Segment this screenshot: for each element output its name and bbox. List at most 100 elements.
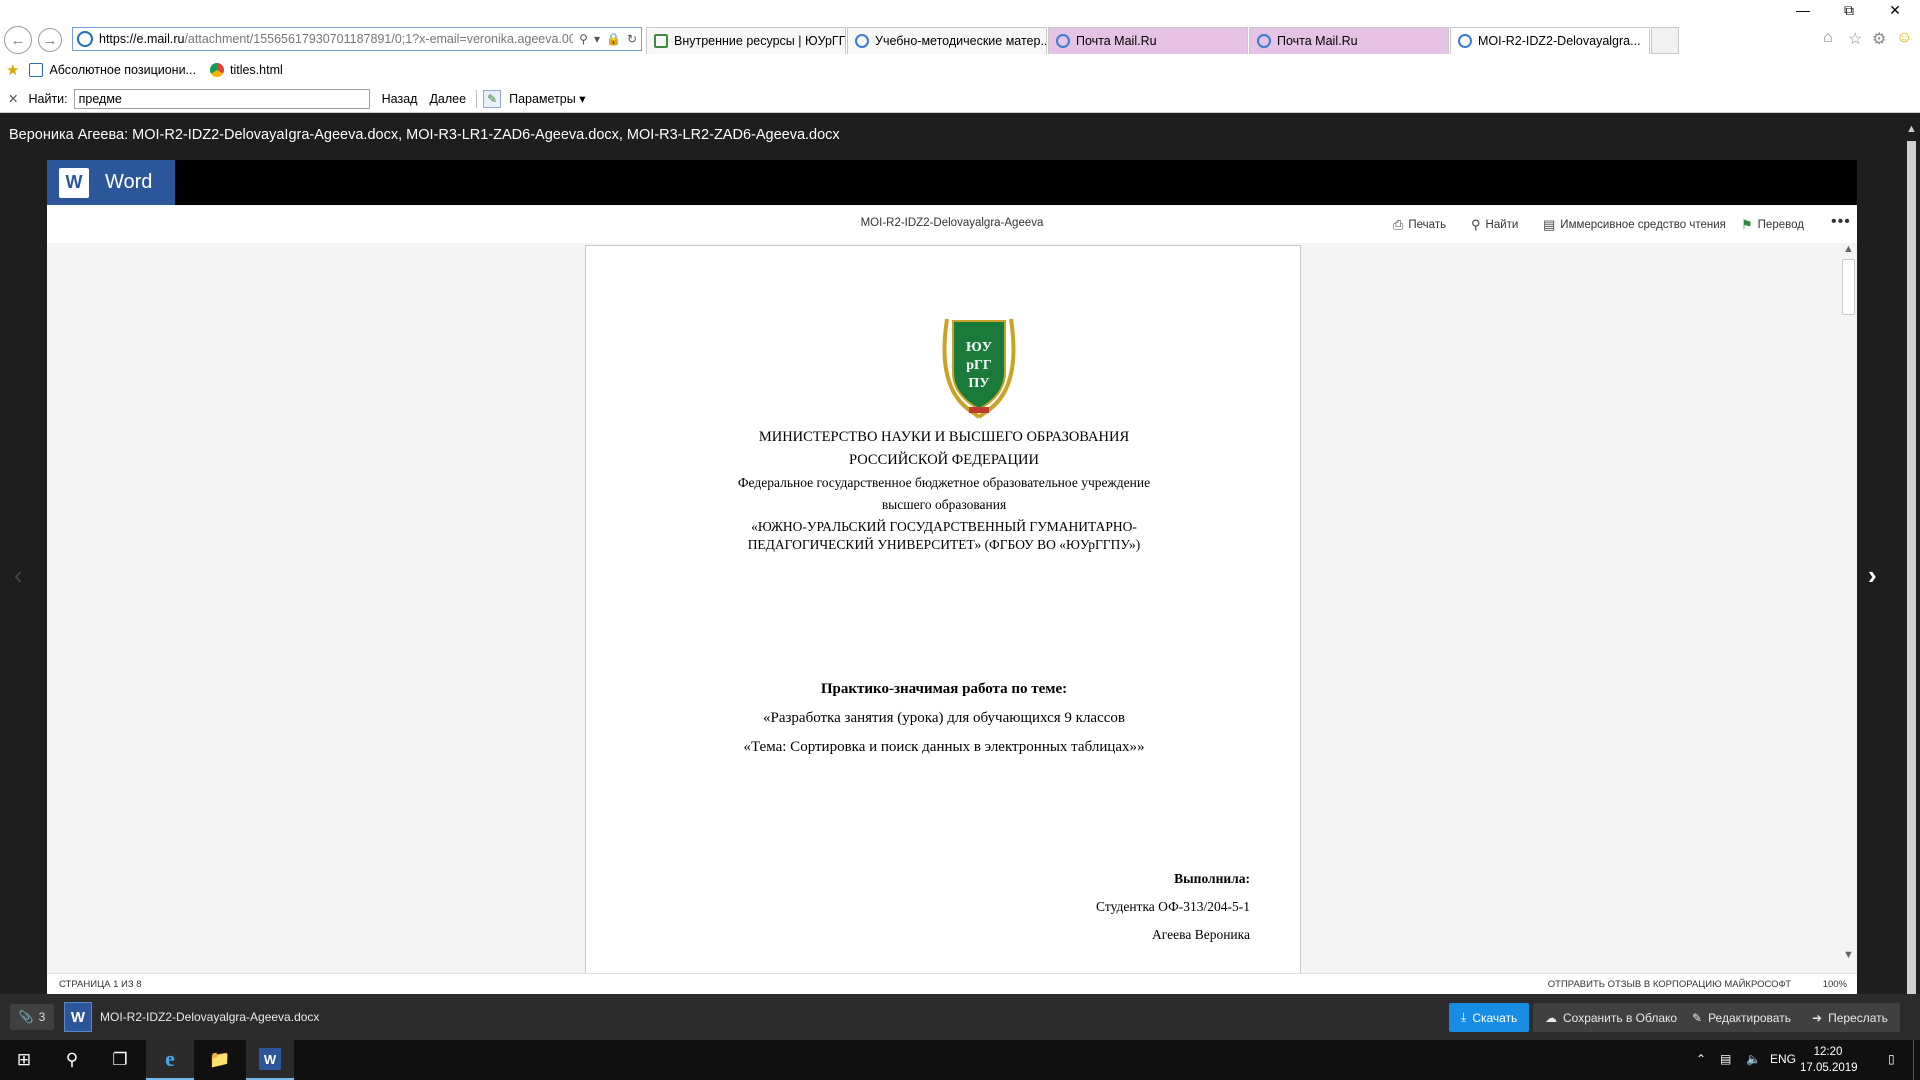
scroll-thumb[interactable] [1907,141,1916,1001]
network-icon[interactable]: ▤ [1720,1052,1731,1066]
attachment-footer: 📎 3 W MOI-R2-IDZ2-Delovayalgra-Ageeva.do… [0,994,1920,1040]
find-options-button[interactable]: Параметры ▾ [509,91,585,106]
address-bar[interactable]: https://e.mail.ru/attachment/15565617930… [72,27,642,51]
attachments-counter[interactable]: 📎 3 [10,1004,54,1030]
favorite-link[interactable]: titles.html [209,63,283,77]
header-line: высшего образования [881,497,1007,512]
find-label: Найти: [28,91,68,106]
favorite-label: Абсолютное позициони... [49,63,196,77]
scroll-up-icon[interactable]: ▲ [1906,123,1917,135]
favorite-link[interactable]: Абсолютное позициони... [29,63,196,77]
printer-icon: ⎙ [1393,217,1404,232]
tab-title: Учебно-методические матер... [875,34,1047,48]
page-icon [29,63,44,77]
start-button[interactable]: ⊞ [0,1040,48,1080]
close-find-icon[interactable]: ✕ [8,91,18,106]
settings-gear-icon[interactable]: ⚙ [1872,29,1886,49]
shield-icon [654,34,668,48]
favorites-star-icon[interactable]: ★ [6,61,19,79]
tab-mail-2[interactable]: Почта Mail.Ru [1249,27,1449,54]
highlight-icon[interactable]: ✎ [483,89,502,108]
attachment-viewer-title: Вероника Агеева: MOI-R2-IDZ2-DelovayaIgr… [9,127,840,143]
clock[interactable]: 12:20 17.05.2019 [1800,1044,1858,1076]
cloud-icon: ☁ [1545,1010,1557,1025]
feedback-link[interactable]: ОТПРАВИТЬ ОТЗЫВ В КОРПОРАЦИЮ МАЙКРОСОФТ [1548,979,1791,990]
browser-scrollbar[interactable]: ▲ ▼ [1903,113,1920,1040]
svg-text:ЮУ: ЮУ [966,340,992,355]
notifications-icon[interactable]: ▯ [1888,1052,1895,1066]
author-group: Студентка ОФ-313/204-5-1 [1096,899,1250,914]
windows-taskbar: ⊞ ⚲ ❐ e 📁 W ⌃ ▤ 🔈 ENG 12:20 17.05.2019 ▯ [0,1040,1920,1080]
restore-button[interactable]: ⧉ [1834,2,1864,19]
volume-muted-icon[interactable]: 🔈 [1746,1052,1761,1066]
tab-document-active[interactable]: MOI-R2-IDZ2-Delovayalgra... ✕ [1450,27,1650,54]
tab-teaching-materials[interactable]: Учебно-методические матер... [847,27,1047,54]
favorites-bar: ★ Абсолютное позициони... titles.html [0,55,1920,85]
tab-title: Почта Mail.Ru [1277,34,1358,48]
find-bar: ✕ Найти: Назад Далее ✎ Параметры ▾ [0,85,1920,113]
find-next-button[interactable]: Далее [429,92,466,106]
clock-date: 17.05.2019 [1800,1062,1858,1074]
word-app-badge[interactable]: W Word [47,160,175,205]
find-previous-button[interactable]: Назад [382,92,418,106]
word-taskbar-icon[interactable]: W [246,1040,294,1080]
translate-button[interactable]: ⚑ Перевод [1741,217,1804,233]
favorites-star-icon[interactable]: ☆ [1848,29,1862,49]
scroll-thumb[interactable] [1842,259,1855,315]
ie-icon [1056,34,1070,48]
download-button[interactable]: ⤓ Скачать [1449,1003,1530,1032]
clock-time: 12:20 [1813,1046,1843,1058]
immersive-reader-button[interactable]: ▤ Иммерсивное средство чтения [1543,217,1726,233]
document-scrollbar[interactable]: ▲ ▼ [1840,243,1857,973]
ie-icon [1458,34,1472,48]
refresh-icon[interactable]: ↻ [627,32,637,46]
previous-attachment-icon[interactable]: ‹ [14,560,23,591]
search-icon[interactable]: ⚲ [579,32,588,46]
tab-internal-resources[interactable]: Внутренние ресурсы | ЮУрГГ... [646,27,846,54]
zoom-level[interactable]: 100% [1823,979,1847,990]
svg-text:рГГ: рГГ [966,358,992,373]
search-icon[interactable]: ⚲ [48,1040,96,1080]
home-icon[interactable]: ⌂ [1823,29,1833,47]
new-tab-button[interactable] [1651,27,1679,54]
language-indicator[interactable]: ENG [1770,1052,1796,1066]
divider [476,89,478,108]
word-banner: W Word [47,160,1857,205]
url-text[interactable]: https://e.mail.ru/attachment/15565617930… [99,32,573,46]
ie-icon [1257,34,1271,48]
forward-button[interactable]: → [38,28,62,52]
attachment-viewer-header: Вероника Агеева: MOI-R2-IDZ2-DelovayaIgr… [0,113,1920,159]
task-view-icon[interactable]: ❐ [96,1040,144,1080]
more-options-icon[interactable]: ••• [1831,213,1851,231]
save-to-cloud-button[interactable]: ☁ Сохранить в Облако [1533,1003,1690,1032]
author-heading: Выполнила: [1174,871,1250,886]
word-command-bar: MOI-R2-IDZ2-Delovayalgra-Ageeva ⎙ Печать… [47,205,1857,243]
attachment-file-name: MOI-R2-IDZ2-Delovayalgra-Ageeva.docx [100,1010,320,1024]
file-explorer-taskbar-icon[interactable]: 📁 [196,1040,244,1080]
tab-mail-1[interactable]: Почта Mail.Ru [1048,27,1248,54]
dropdown-icon[interactable]: ▾ [594,32,600,46]
word-status-bar: СТРАНИЦА 1 ИЗ 8 ОТПРАВИТЬ ОТЗЫВ В КОРПОР… [47,973,1857,994]
edit-button[interactable]: ✎ Редактировать [1680,1003,1803,1032]
close-window-button[interactable]: ✕ [1880,2,1910,19]
print-button[interactable]: ⎙ Печать [1393,217,1446,233]
minimize-button[interactable]: — [1788,2,1818,18]
show-hidden-icons[interactable]: ⌃ [1696,1052,1706,1066]
document-page: ЮУ рГГ ПУ МИНИСТЕРСТВО НАУКИ И ВЫСШЕГО О… [585,245,1301,973]
scroll-up-icon[interactable]: ▲ [1843,243,1854,255]
scroll-down-icon[interactable]: ▼ [1843,949,1854,961]
ie-icon [855,34,869,48]
forward-button[interactable]: ➜ Переслать [1800,1003,1900,1032]
feedback-smiley-icon[interactable]: ☺ [1896,29,1912,47]
page-count: СТРАНИЦА 1 ИЗ 8 [59,979,142,990]
forward-arrow-icon: ➜ [1812,1010,1823,1025]
find-input[interactable] [73,88,370,109]
browser-toolbar: ← → https://e.mail.ru/attachment/1556561… [0,0,1920,55]
word-logo-icon: W [259,1048,281,1070]
back-button[interactable]: ← [4,26,32,54]
find-button[interactable]: ⚲ Найти [1471,217,1518,233]
search-icon: ⚲ [1471,217,1481,232]
next-attachment-icon[interactable]: › [1868,560,1877,591]
show-desktop-button[interactable] [1913,1040,1920,1080]
internet-explorer-taskbar-icon[interactable]: e [146,1040,194,1080]
